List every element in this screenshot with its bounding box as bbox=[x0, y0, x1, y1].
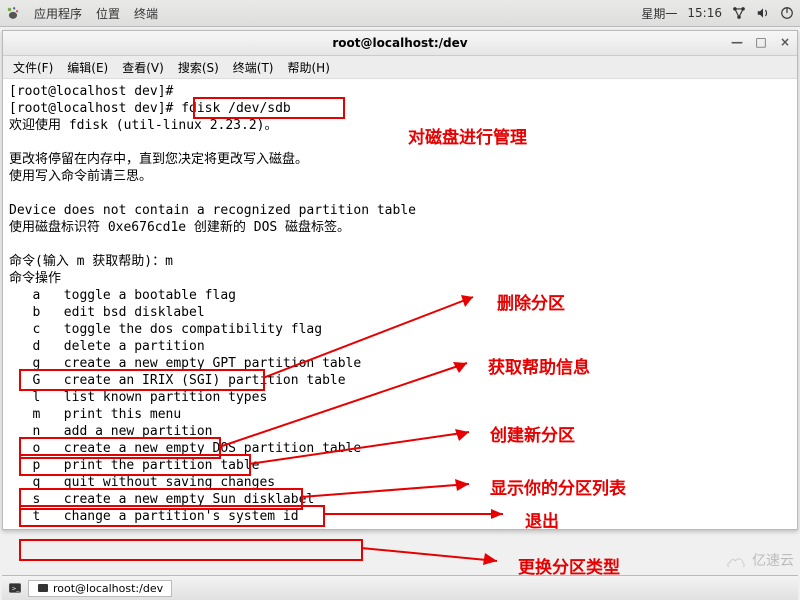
volume-icon[interactable] bbox=[756, 6, 770, 20]
term-line: 更改将停留在内存中，直到您决定将更改写入磁盘。 bbox=[9, 152, 308, 167]
window-title: root@localhost:/dev bbox=[332, 36, 467, 50]
term-opt-l: l list known partition types bbox=[9, 390, 267, 405]
term-opt-n: n add a new partition bbox=[9, 424, 213, 439]
window-titlebar[interactable]: root@localhost:/dev — □ × bbox=[3, 31, 797, 56]
term-line: 命令(输入 m 获取帮助)：m bbox=[9, 254, 173, 269]
terminal-icon bbox=[37, 582, 49, 594]
term-line: Device does not contain a recognized par… bbox=[9, 203, 416, 218]
term-prompt: [root@localhost dev]# bbox=[9, 101, 181, 116]
term-opt-p: p print the partition table bbox=[9, 458, 259, 473]
minimize-button[interactable]: — bbox=[729, 34, 745, 50]
term-prompt: [root@localhost dev]# bbox=[9, 84, 181, 99]
menu-places[interactable]: 位置 bbox=[96, 5, 120, 22]
term-opt-b: b edit bsd disklabel bbox=[9, 305, 205, 320]
terminal-output[interactable]: [root@localhost dev]# [root@localhost de… bbox=[3, 79, 797, 529]
svg-text:>_: >_ bbox=[12, 586, 20, 592]
term-command: fdisk /dev/sdb bbox=[181, 101, 291, 116]
menu-view[interactable]: 查看(V) bbox=[122, 59, 164, 76]
term-opt-d: d delete a partition bbox=[9, 339, 205, 354]
close-button[interactable]: × bbox=[777, 34, 793, 50]
taskbar-item-label: root@localhost:/dev bbox=[53, 582, 163, 595]
term-opt-G: G create an IRIX (SGI) partition table bbox=[9, 373, 346, 388]
power-icon[interactable] bbox=[780, 6, 794, 20]
term-opt-s: s create a new empty Sun disklabel bbox=[9, 492, 314, 507]
menu-help[interactable]: 帮助(H) bbox=[288, 59, 330, 76]
term-opt-o: o create a new empty DOS partition table bbox=[9, 441, 361, 456]
menu-file[interactable]: 文件(F) bbox=[13, 59, 53, 76]
menu-applications[interactable]: 应用程序 bbox=[34, 5, 82, 22]
term-line: 使用写入命令前请三思。 bbox=[9, 169, 152, 184]
cloud-icon bbox=[726, 553, 748, 567]
watermark: 亿速云 bbox=[726, 550, 794, 570]
term-opt-a: a toggle a bootable flag bbox=[9, 288, 236, 303]
topbar-time: 15:16 bbox=[687, 6, 722, 20]
term-line: 命令操作 bbox=[9, 271, 61, 286]
term-line: 使用磁盘标识符 0xe676cd1e 创建新的 DOS 磁盘标签。 bbox=[9, 220, 350, 235]
menu-search[interactable]: 搜索(S) bbox=[178, 59, 219, 76]
gnome-foot-icon bbox=[6, 6, 20, 20]
desktop-topbar: 应用程序 位置 终端 星期一 15:16 bbox=[0, 0, 800, 27]
term-opt-t: t change a partition's system id bbox=[9, 509, 299, 524]
term-opt-g: g create a new empty GPT partition table bbox=[9, 356, 361, 371]
term-opt-q: q quit without saving changes bbox=[9, 475, 275, 490]
topbar-date: 星期一 bbox=[641, 5, 677, 22]
taskbar: >_ root@localhost:/dev bbox=[2, 575, 798, 600]
menu-edit[interactable]: 编辑(E) bbox=[67, 59, 108, 76]
maximize-button[interactable]: □ bbox=[753, 34, 769, 50]
arrow-type bbox=[361, 545, 515, 565]
menu-terminal[interactable]: 终端 bbox=[134, 5, 158, 22]
term-line: 欢迎使用 fdisk (util-linux 2.23.2)。 bbox=[9, 118, 278, 133]
taskbar-item[interactable]: root@localhost:/dev bbox=[28, 580, 172, 597]
term-opt-m: m print this menu bbox=[9, 407, 181, 422]
terminal-icon[interactable]: >_ bbox=[8, 581, 22, 595]
network-icon[interactable] bbox=[732, 6, 746, 20]
term-opt-c: c toggle the dos compatibility flag bbox=[9, 322, 322, 337]
terminal-menubar: 文件(F) 编辑(E) 查看(V) 搜索(S) 终端(T) 帮助(H) bbox=[3, 56, 797, 79]
annot-box-t bbox=[19, 539, 363, 561]
terminal-window: root@localhost:/dev — □ × 文件(F) 编辑(E) 查看… bbox=[2, 30, 798, 530]
menu-terminal[interactable]: 终端(T) bbox=[233, 59, 274, 76]
